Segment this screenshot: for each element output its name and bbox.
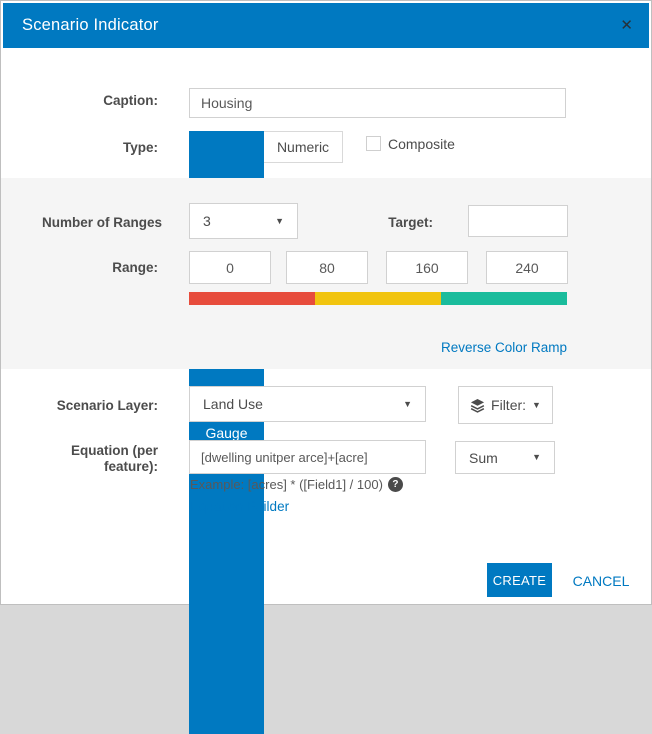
scenario-indicator-dialog: Scenario Indicator ✕ Caption: Type: Gaug…: [0, 0, 652, 605]
target-input[interactable]: [468, 205, 568, 237]
caret-down-icon: ▼: [532, 401, 541, 410]
number-of-ranges-label: Number of Ranges: [1, 215, 162, 231]
type-numeric-label: Numeric: [277, 139, 329, 155]
type-gauge-label: Gauge: [205, 425, 247, 441]
caption-input[interactable]: [189, 88, 566, 118]
reverse-color-ramp-link[interactable]: Reverse Color Ramp: [441, 340, 567, 355]
dialog-header: Scenario Indicator ✕: [3, 3, 649, 48]
number-of-ranges-dropdown[interactable]: 3 ▼: [189, 203, 298, 239]
target-label: Target:: [333, 215, 433, 231]
range-label: Range:: [1, 260, 158, 276]
help-icon[interactable]: ?: [388, 477, 403, 492]
color-ramp: [189, 292, 567, 305]
scenario-layer-value: Land Use: [203, 396, 263, 412]
composite-checkbox[interactable]: [366, 136, 381, 151]
scenario-layer-label: Scenario Layer:: [1, 398, 158, 414]
range-input-4[interactable]: [486, 251, 568, 284]
caret-down-icon: ▼: [532, 453, 541, 462]
filter-button[interactable]: Filter: ▼: [458, 386, 553, 424]
cancel-button[interactable]: CANCEL: [566, 573, 636, 589]
equation-label-line1: Equation (per: [1, 443, 158, 459]
equation-label: Equation (per feature):: [1, 443, 158, 475]
aggregation-dropdown[interactable]: Sum ▼: [455, 441, 555, 474]
scenario-layer-dropdown[interactable]: Land Use ▼: [189, 386, 426, 422]
equation-input[interactable]: [189, 440, 426, 474]
range-input-1[interactable]: [189, 251, 271, 284]
dialog-title: Scenario Indicator: [22, 16, 159, 35]
equation-builder-link[interactable]: Equation Builder: [190, 499, 289, 514]
number-of-ranges-value: 3: [203, 213, 211, 229]
aggregation-value: Sum: [469, 450, 498, 466]
type-numeric-button[interactable]: Numeric: [264, 131, 343, 163]
composite-label: Composite: [388, 136, 455, 152]
ramp-segment-red: [189, 292, 315, 305]
ramp-segment-green: [441, 292, 567, 305]
layers-icon: [470, 398, 485, 413]
filter-label: Filter:: [491, 397, 526, 413]
caret-down-icon: ▼: [275, 217, 284, 226]
equation-label-line2: feature):: [1, 459, 158, 475]
caption-label: Caption:: [1, 93, 158, 109]
type-label: Type:: [1, 140, 158, 156]
close-icon[interactable]: ✕: [620, 18, 633, 33]
ramp-segment-yellow: [315, 292, 441, 305]
range-input-2[interactable]: [286, 251, 368, 284]
range-input-3[interactable]: [386, 251, 468, 284]
caret-down-icon: ▼: [403, 400, 412, 409]
equation-example-text: Example: [acres] * ([Field1] / 100): [190, 477, 383, 492]
create-button[interactable]: CREATE: [487, 563, 552, 597]
